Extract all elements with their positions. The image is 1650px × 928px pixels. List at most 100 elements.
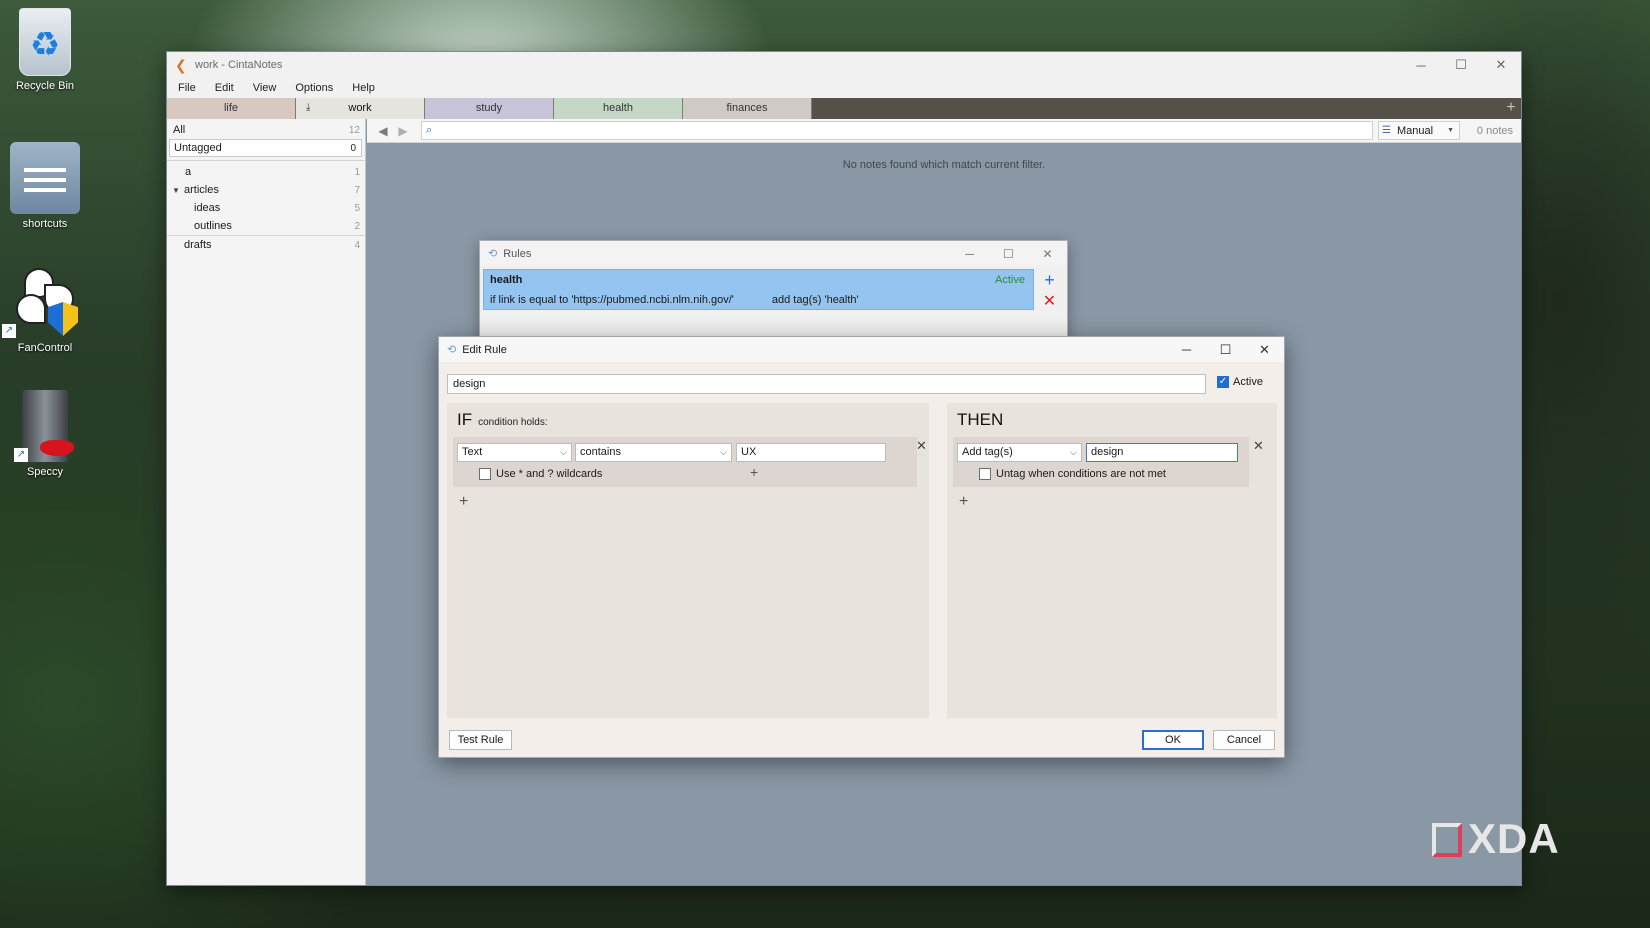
sort-icon: ☰ <box>1382 125 1391 136</box>
speccy-icon: ↗ <box>14 390 74 462</box>
tab-label: work <box>348 102 372 114</box>
add-subcondition-icon[interactable]: + <box>750 464 758 480</box>
sidebar-item-label: outlines <box>194 220 232 232</box>
tab-health[interactable]: health <box>554 98 683 119</box>
condition-operator-dropdown[interactable]: contains ⌵ <box>575 443 732 462</box>
tab-study[interactable]: study <box>425 98 554 119</box>
sort-order-dropdown[interactable]: ☰ Manual ▼ <box>1378 121 1460 140</box>
desktop-icon-speccy[interactable]: ↗ Speccy <box>0 390 90 478</box>
shortcut-arrow-icon: ↗ <box>2 324 16 338</box>
sidebar-item-articles[interactable]: ▼ articles 7 <box>167 181 365 199</box>
tag-sidebar: All 12 Untagged 0 a 1 ▼ articles 7 ideas… <box>167 119 366 885</box>
condition-field-dropdown[interactable]: Text ⌵ <box>457 443 572 462</box>
close-button[interactable]: ✕ <box>1028 247 1067 261</box>
checkbox-unchecked-icon[interactable] <box>479 468 491 480</box>
tab-label: life <box>223 102 239 114</box>
notes-toolbar: ◀ ▶ ⌕ ☰ Manual ▼ 0 notes <box>367 119 1521 143</box>
desktop-icon-shortcuts[interactable]: shortcuts <box>0 142 90 230</box>
delete-rule-icon[interactable]: ✕ <box>1037 291 1062 313</box>
close-button[interactable]: ✕ <box>1481 52 1521 78</box>
action-type-value: Add tag(s) <box>962 446 1013 458</box>
tab-work[interactable]: ⤓ work <box>296 98 425 119</box>
action-value-input[interactable]: design <box>1086 443 1238 462</box>
remove-condition-icon[interactable]: ✕ <box>916 438 927 454</box>
section-tabs: life ⤓ work study health finances + <box>167 98 1521 119</box>
test-rule-button[interactable]: Test Rule <box>449 730 512 750</box>
sidebar-item-count: 2 <box>354 220 360 232</box>
desktop-icon-recycle-bin[interactable]: Recycle Bin <box>0 8 90 92</box>
minimize-button[interactable]: ─ <box>1401 52 1441 78</box>
add-tab-button[interactable]: + <box>1501 98 1521 119</box>
search-icon: ⌕ <box>426 124 433 136</box>
desktop-icon-fancontrol[interactable]: ↗ FanControl <box>0 266 90 354</box>
untag-checkbox[interactable]: Untag when conditions are not met <box>979 468 1166 480</box>
sidebar-item-count: 5 <box>354 202 360 214</box>
tab-finances[interactable]: finances <box>683 98 812 119</box>
rule-name: health <box>490 274 523 286</box>
forward-arrow-icon[interactable]: ▶ <box>393 124 413 138</box>
maximize-button[interactable]: ☐ <box>1206 342 1245 358</box>
search-input[interactable]: ⌕ <box>421 121 1373 140</box>
rules-icon: ⟲ <box>488 248 498 260</box>
add-condition-icon[interactable]: + <box>459 493 468 511</box>
sort-order-label: Manual <box>1396 124 1434 137</box>
divider <box>167 160 365 161</box>
untag-label: Untag when conditions are not met <box>996 468 1166 480</box>
tab-label: finances <box>726 102 768 114</box>
sidebar-item-label: ideas <box>194 202 221 214</box>
chevron-down-icon: ⌵ <box>560 447 567 457</box>
chevron-down-icon: ▼ <box>1447 127 1454 134</box>
rule-status: Active <box>995 274 1025 286</box>
rule-name-input[interactable]: design <box>447 374 1206 394</box>
close-button[interactable]: ✕ <box>1245 342 1284 358</box>
menu-bar: File Edit View Options Help <box>167 78 1521 98</box>
shortcut-arrow-icon: ↗ <box>14 448 28 462</box>
menu-edit[interactable]: Edit <box>213 82 241 94</box>
sidebar-item-count: 12 <box>348 124 360 136</box>
cintanotes-app-icon: ❮ <box>175 57 187 73</box>
add-rule-icon[interactable]: + <box>1037 269 1062 291</box>
action-type-dropdown[interactable]: Add tag(s) ⌵ <box>957 443 1082 462</box>
sidebar-item-count: 4 <box>354 239 360 251</box>
rule-list-item[interactable]: health Active if link is equal to 'https… <box>483 269 1034 310</box>
download-icon: ⤓ <box>306 102 311 113</box>
remove-action-icon[interactable]: ✕ <box>1253 438 1264 454</box>
menu-view[interactable]: View <box>251 82 284 94</box>
active-checkbox[interactable]: ✓ Active <box>1217 376 1263 388</box>
recycle-bin-icon <box>19 8 71 76</box>
sidebar-item-outlines[interactable]: outlines 2 <box>167 217 365 235</box>
back-arrow-icon[interactable]: ◀ <box>373 124 393 138</box>
sidebar-item-label: articles <box>184 184 219 196</box>
desktop-icon-label: Speccy <box>26 466 64 478</box>
sidebar-item-ideas[interactable]: ideas 5 <box>167 199 365 217</box>
checkbox-unchecked-icon[interactable] <box>979 468 991 480</box>
sidebar-item-label: All <box>173 124 186 136</box>
expand-caret-icon[interactable]: ▼ <box>172 186 180 195</box>
minimize-button[interactable]: ─ <box>950 247 989 261</box>
sidebar-item-a[interactable]: a 1 <box>167 163 365 181</box>
sidebar-item-all[interactable]: All 12 <box>167 121 365 139</box>
sidebar-item-untagged[interactable]: Untagged 0 <box>169 139 362 157</box>
tab-life[interactable]: life <box>167 98 296 119</box>
cancel-button[interactable]: Cancel <box>1213 730 1275 750</box>
checkbox-checked-icon[interactable]: ✓ <box>1217 376 1229 388</box>
maximize-button[interactable]: ☐ <box>989 247 1028 261</box>
desktop-icon-label: FanControl <box>17 342 73 354</box>
condition-value-input[interactable]: UX <box>736 443 886 462</box>
xda-watermark: XDA <box>1432 815 1560 863</box>
menu-file[interactable]: File <box>176 82 203 94</box>
menu-options[interactable]: Options <box>293 82 340 94</box>
add-action-icon[interactable]: + <box>959 493 968 511</box>
sidebar-item-label: Untagged <box>174 142 222 154</box>
sidebar-item-drafts[interactable]: drafts 4 <box>167 236 365 254</box>
maximize-button[interactable]: ☐ <box>1441 52 1481 78</box>
condition-operator-value: contains <box>580 446 621 458</box>
sidebar-item-count: 0 <box>350 142 356 154</box>
desktop-icon-label: shortcuts <box>22 218 68 230</box>
wildcards-checkbox[interactable]: Use * and ? wildcards <box>479 468 602 480</box>
title-bar: ❮ work - CintaNotes ─ ☐ ✕ <box>167 52 1521 78</box>
menu-help[interactable]: Help <box>350 82 382 94</box>
rules-dialog-title: Rules <box>503 247 532 260</box>
minimize-button[interactable]: ─ <box>1167 342 1206 358</box>
ok-button[interactable]: OK <box>1142 730 1204 750</box>
